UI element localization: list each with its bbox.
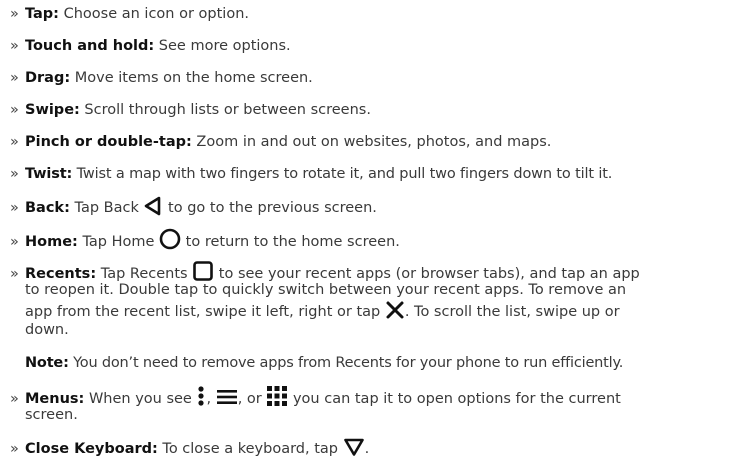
item-text: ,	[206, 391, 216, 407]
item-text: .	[364, 441, 370, 457]
item-label: Touch and hold:	[25, 38, 155, 54]
item-text: To close a keyboard, tap	[157, 441, 343, 457]
item-text: to go to the previous screen.	[163, 200, 377, 216]
item-label: Home:	[25, 234, 78, 250]
item-text: Tap Back	[69, 200, 144, 216]
item-text: When you see	[84, 391, 197, 407]
item-label: Tap:	[25, 6, 59, 22]
item-text: app from the recent list, swipe it left,…	[25, 304, 385, 320]
gesture-instructions: » Tap: Choose an icon or option. » Touch a…	[0, 0, 732, 471]
item-label: Drag:	[25, 70, 71, 86]
bullet: »	[10, 266, 19, 282]
item-text: you can tap it to open options for the c…	[288, 391, 621, 407]
item-text: down.	[25, 322, 69, 338]
item-label: Close Keyboard:	[25, 441, 158, 457]
bullet: »	[10, 6, 19, 22]
item-text: See more options.	[154, 38, 291, 54]
bullet: »	[10, 441, 19, 457]
item-label: Swipe:	[25, 102, 80, 118]
hamburger-icon	[216, 390, 237, 404]
item-label: Twist:	[25, 166, 73, 182]
list-item-close-keyboard: » Close Keyboard: To close a keyboard, ta…	[10, 437, 369, 459]
bullet: »	[10, 102, 19, 118]
item-text: , or	[237, 391, 267, 407]
item-text: Choose an icon or option.	[58, 6, 249, 22]
item-text: screen.	[25, 407, 78, 423]
item-text: to return to the home screen.	[181, 234, 400, 250]
recents-line-3: app from the recent list, swipe it left,…	[25, 300, 620, 322]
bullet: »	[10, 38, 19, 54]
item-text: to reopen it. Double tap to quickly swit…	[25, 282, 627, 298]
item-text: Move items on the home screen.	[70, 70, 313, 86]
list-item-pinch: » Pinch or double-tap: Zoom in and out on…	[10, 132, 551, 152]
note-label: Note:	[25, 355, 69, 371]
home-circle-icon	[159, 228, 181, 250]
close-keyboard-triangle-icon	[343, 438, 364, 456]
back-triangle-icon	[145, 196, 161, 216]
recents-line-2: to reopen it. Double tap to quickly swit…	[25, 280, 626, 300]
list-item-drag: » Drag: Move items on the home screen.	[10, 68, 313, 88]
bullet: »	[10, 70, 19, 86]
bullet: »	[10, 134, 19, 150]
item-label: Back:	[25, 200, 70, 216]
menus-line-2: screen.	[25, 405, 78, 425]
bullet: »	[10, 166, 19, 182]
list-item-home: » Home: Tap Home to return to the home sc…	[10, 228, 400, 252]
list-item-swipe: » Swipe: Scroll through lists or between …	[10, 100, 371, 120]
list-item-menus: » Menus: When you see , , or you can tap …	[10, 385, 621, 409]
item-label: Pinch or double-tap:	[25, 134, 192, 150]
list-item-tap: » Tap: Choose an icon or option.	[10, 4, 249, 24]
bullet: »	[10, 234, 19, 250]
item-text: Tap Home	[77, 234, 160, 250]
list-item-back: » Back: Tap Back to go to the previous sc…	[10, 196, 377, 218]
bullet: »	[10, 200, 19, 216]
list-item-twist: » Twist: Twist a map with two fingers to …	[10, 164, 612, 184]
list-item-touch-and-hold: » Touch and hold: See more options.	[10, 36, 291, 56]
note: Note: You don’t need to remove apps from…	[25, 353, 623, 373]
close-x-icon	[386, 301, 404, 319]
item-text: Twist a map with two fingers to rotate i…	[72, 166, 613, 182]
recents-line-4: down.	[25, 320, 69, 340]
item-text: Scroll through lists or between screens.	[79, 102, 371, 118]
bullet: »	[10, 391, 19, 407]
recents-square-icon	[193, 261, 213, 281]
grid-icon	[267, 386, 288, 406]
item-text: . To scroll the list, swipe up or	[404, 304, 620, 320]
vertical-dots-icon	[198, 386, 205, 406]
item-text: Zoom in and out on websites, photos, and…	[191, 134, 552, 150]
note-text: You don’t need to remove apps from Recen…	[68, 355, 624, 371]
